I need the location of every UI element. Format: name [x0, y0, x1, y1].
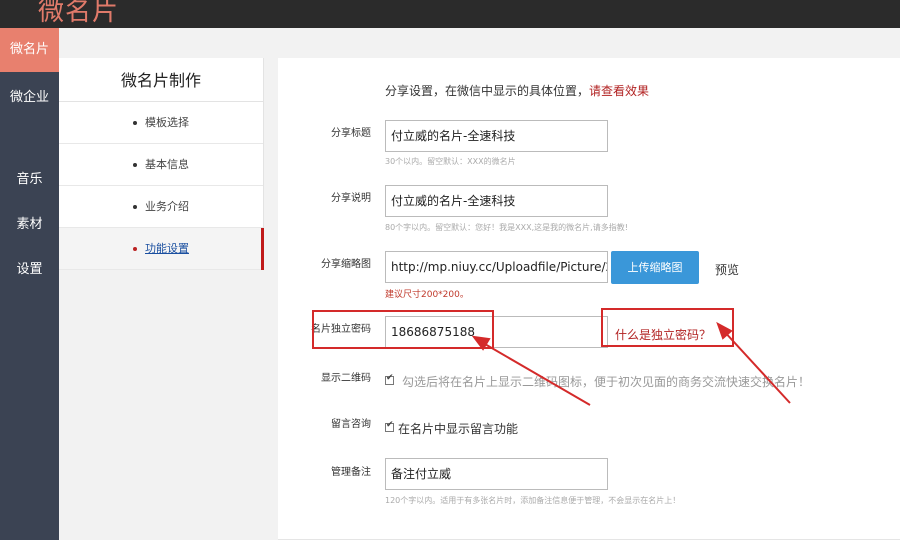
sub-nav: 微名片制作 模板选择 基本信息 业务介绍 功能设置 — [59, 58, 264, 270]
view-effect-link[interactable]: 请查看效果 — [589, 84, 649, 98]
share-title-label: 分享标题 — [331, 128, 371, 139]
note-input[interactable]: 备注付立威 — [385, 458, 608, 490]
left-nav: 微名片 微企业 音乐 素材 设置 — [0, 28, 59, 540]
annotation-box-help — [601, 308, 734, 347]
qrcode-checkbox[interactable] — [385, 373, 394, 385]
intro-label: 分享设置，在微信中显示的具体位置， — [385, 84, 590, 98]
nav-item-settings[interactable]: 设置 — [0, 258, 59, 277]
nav-item-wei-card[interactable]: 微名片 — [0, 28, 59, 72]
bullet-icon — [133, 205, 137, 209]
share-desc-hint: 80个字以内。留空默认：您好！我是XXX,这是我的微名片,请多指教! — [385, 223, 628, 232]
subnav-item-label: 功能设置 — [145, 242, 189, 255]
subnav-item-features[interactable]: 功能设置 — [59, 228, 264, 270]
share-title-hint: 30个以内。留空默认：XXX的微名片 — [385, 157, 516, 166]
share-thumb-url-input[interactable]: http://mp.niuy.cc/Uploadfile/Picture/2 — [385, 251, 608, 283]
share-desc-input[interactable]: 付立威的名片-全速科技 — [385, 185, 608, 217]
share-title-input[interactable]: 付立威的名片-全速科技 — [385, 120, 608, 152]
top-bar: 微名片 — [0, 0, 900, 28]
bullet-icon — [133, 247, 137, 251]
subnav-item-business[interactable]: 业务介绍 — [59, 186, 263, 228]
subnav-title: 微名片制作 — [59, 58, 263, 102]
message-label: 留言咨询 — [331, 419, 371, 430]
bullet-icon — [133, 163, 137, 167]
note-label: 管理备注 — [331, 467, 371, 478]
nav-item-music[interactable]: 音乐 — [0, 168, 59, 187]
preview-link[interactable]: 预览 — [715, 261, 739, 278]
upload-thumbnail-button[interactable]: 上传缩略图 — [611, 251, 699, 284]
nav-item-wei-company[interactable]: 微企业 — [0, 86, 59, 105]
message-text: 在名片中显示留言功能 — [398, 422, 519, 436]
nav-item-material[interactable]: 素材 — [0, 213, 59, 232]
note-hint: 120个字以内。适用于有多张名片时，添加备注信息便于管理，不会显示在名片上！ — [385, 496, 681, 505]
subnav-item-template[interactable]: 模板选择 — [59, 102, 263, 144]
subnav-item-basic-info[interactable]: 基本信息 — [59, 144, 263, 186]
annotation-box-password — [312, 310, 494, 349]
intro-text: 分享设置，在微信中显示的具体位置，请查看效果 — [385, 82, 649, 99]
qrcode-label: 显示二维码 — [321, 373, 371, 384]
share-desc-label: 分享说明 — [331, 193, 371, 204]
thumb-size-hint: 建议尺寸200*200。 — [385, 290, 469, 300]
subnav-item-label: 业务介绍 — [145, 200, 189, 213]
subnav-item-label: 模板选择 — [145, 116, 189, 129]
message-checkbox[interactable] — [385, 420, 394, 432]
subnav-item-label: 基本信息 — [145, 158, 189, 171]
qrcode-text: 勾选后将在名片上显示二维码图标，便于初次见面的商务交流快速交换名片！ — [402, 375, 811, 389]
share-thumb-label: 分享缩略图 — [321, 259, 371, 270]
app-logo: 微名片 — [38, 0, 120, 27]
bullet-icon — [133, 121, 137, 125]
